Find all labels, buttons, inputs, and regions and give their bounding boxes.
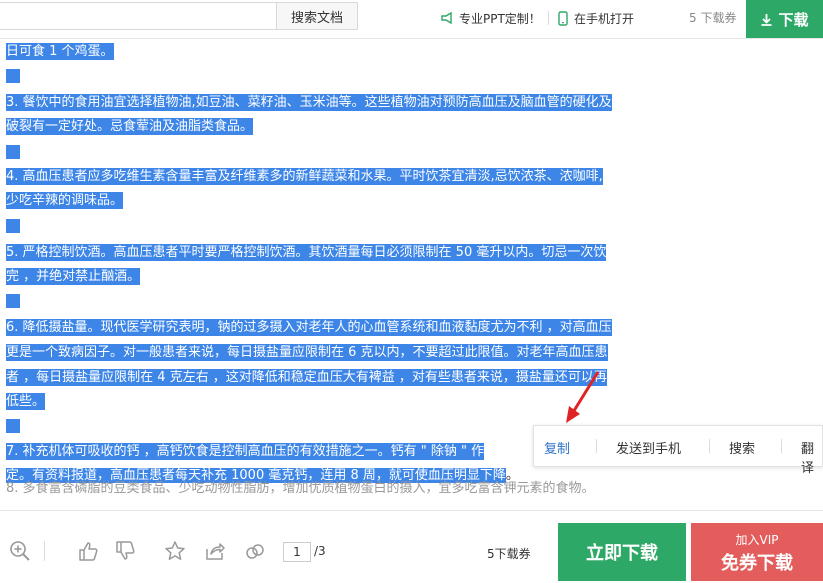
send-to-phone-menu-item[interactable]: 发送到手机 <box>616 438 681 457</box>
search-input[interactable] <box>0 2 276 30</box>
free-download-label: 免券下载 <box>721 553 793 574</box>
text-line: 日可食 1 个鸡蛋。 <box>6 43 114 60</box>
translate-menu-item[interactable]: 翻译 <box>801 438 822 476</box>
selected-empty-line <box>6 294 20 308</box>
text-line: 7. 补充机体可吸收的钙 ，高钙饮食是控制高血压的有效措施之一。钙有 " 除钠 … <box>6 443 485 460</box>
bottom-toolbar: 1 /3 5下载券 立即下载 加入VIP 免券下载 <box>0 510 823 583</box>
download-cost-bottom: 5下载券 <box>487 547 531 561</box>
partially-hidden-line: 8. 多食富含磷脂的豆类食品、少吃动物性脂肪，增加优质植物蛋白的摄入，宜多吃富含… <box>6 481 595 496</box>
zoom-in-icon[interactable] <box>9 540 31 562</box>
open-on-phone-label: 在手机打开 <box>574 11 635 26</box>
copy-menu-item[interactable]: 复制 <box>544 438 570 457</box>
text-line: 更是一个致病因子。对一般患者来说，每日摄盐量应限制在 6 克以内，不要超过此限值… <box>6 344 608 361</box>
text-line: 3. 餐饮中的食用油宜选择植物油,如豆油、菜籽油、玉米油等。这些植物油对预防高血… <box>6 94 612 111</box>
ppt-custom-link[interactable]: 专业PPT定制！ <box>440 8 541 28</box>
share-icon[interactable] <box>204 540 226 562</box>
star-icon[interactable] <box>164 540 186 562</box>
download-button[interactable]: 下载 <box>746 0 823 38</box>
divider <box>548 11 549 25</box>
page-number-input[interactable]: 1 <box>283 542 311 562</box>
text-line: 少吃辛辣的调味品。 <box>6 192 124 209</box>
phone-icon <box>558 10 568 26</box>
divider <box>709 439 710 453</box>
text-line: 完 ，并绝对禁止酗酒。 <box>6 268 141 285</box>
selection-context-menu: 复制 发送到手机 搜索 翻译 <box>533 425 823 476</box>
selected-empty-line <box>6 145 20 159</box>
text-line: 破裂有一定好处。忌食荤油及油脂类食品。 <box>6 118 254 135</box>
thumbs-up-icon[interactable] <box>77 540 99 562</box>
download-label: 下载 <box>778 10 809 29</box>
search-documents-button[interactable]: 搜索文档 <box>276 2 358 30</box>
selected-empty-line <box>6 69 20 83</box>
divider <box>44 541 45 561</box>
search-menu-item[interactable]: 搜索 <box>729 438 755 457</box>
megaphone-icon <box>441 11 452 25</box>
text-line: 4. 高血压患者应多吃维生素含量丰富及纤维素多的新鲜蔬菜和水果。平时饮茶宜清淡,… <box>6 168 603 185</box>
selected-empty-line <box>6 219 20 233</box>
text-line: 低些。 <box>6 393 46 410</box>
text-line: 6. 降低摄盐量。现代医学研究表明，钠的过多摄入对老年人的心血管系统和血液黏度尤… <box>6 319 612 336</box>
divider <box>596 439 597 453</box>
page-total: /3 <box>314 544 326 558</box>
vip-join-label: 加入VIP <box>735 533 779 547</box>
vip-free-download-button[interactable]: 加入VIP 免券下载 <box>691 523 823 581</box>
thumbs-down-icon[interactable] <box>114 540 136 562</box>
open-on-phone-link[interactable]: 在手机打开 <box>557 8 634 28</box>
download-cost: 5 下载券 <box>689 11 737 25</box>
top-toolbar: 搜索文档 专业PPT定制！ 在手机打开 5 下载券 下载 <box>0 0 823 39</box>
divider <box>781 439 782 453</box>
red-arrow-icon <box>566 371 600 423</box>
text-line: 5. 严格控制饮酒。高血压患者平时要严格控制饮酒。其饮酒量每日必须限制在 50 … <box>6 244 607 261</box>
cloud-icon[interactable] <box>244 540 266 562</box>
selected-empty-line <box>6 419 20 433</box>
download-icon <box>761 13 772 26</box>
text-line: 者 ，每日摄盐量应限制在 4 克左右 ，这对降低和稳定血压大有裨益 ，对有些患者… <box>6 369 607 386</box>
ppt-custom-label: 专业PPT定制！ <box>459 11 541 26</box>
download-now-button[interactable]: 立即下载 <box>558 523 686 581</box>
